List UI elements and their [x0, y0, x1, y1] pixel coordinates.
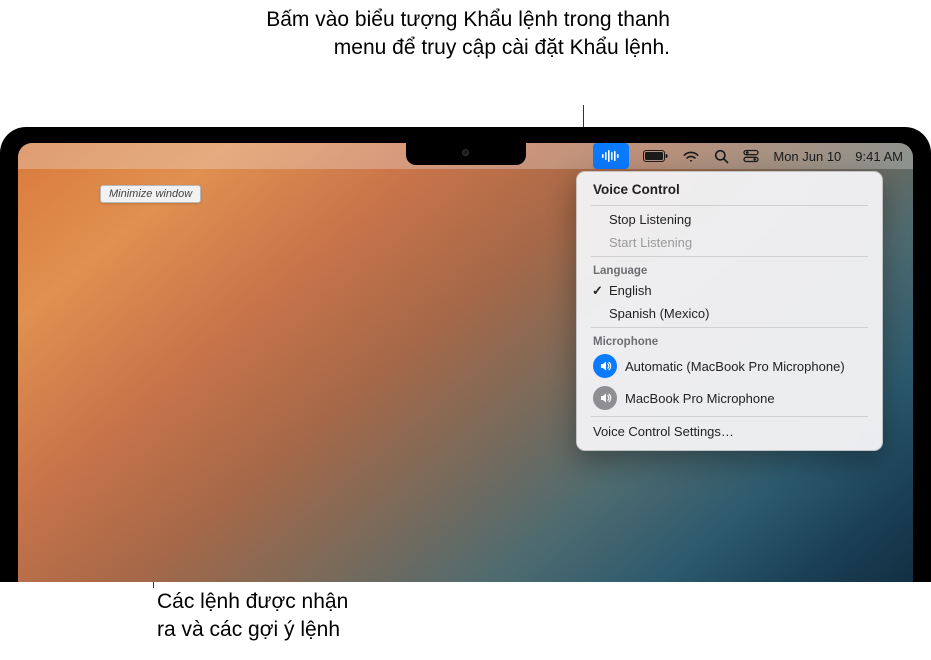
microphone-automatic-label: Automatic (MacBook Pro Microphone)	[625, 359, 845, 374]
control-center-icon	[743, 149, 759, 163]
divider	[591, 416, 868, 417]
divider	[591, 205, 868, 206]
voice-command-tooltip: Minimize window	[100, 185, 201, 203]
callout-bottom-line1: Các lệnh được nhận	[157, 588, 348, 616]
microphone-automatic-item[interactable]: Automatic (MacBook Pro Microphone)	[583, 350, 876, 382]
callout-bottom-line2: ra và các gợi ý lệnh	[157, 616, 348, 644]
microphone-section-header: Microphone	[583, 330, 876, 350]
wifi-menubar-icon[interactable]	[682, 143, 700, 169]
menubar-time[interactable]: 9:41 AM	[855, 143, 903, 169]
control-center-menubar-icon[interactable]	[743, 143, 759, 169]
display-notch	[406, 143, 526, 165]
language-english-item[interactable]: English	[583, 279, 876, 302]
divider	[591, 256, 868, 257]
menubar-date[interactable]: Mon Jun 10	[773, 143, 841, 169]
stop-listening-item[interactable]: Stop Listening	[583, 208, 876, 231]
search-icon	[714, 149, 729, 164]
battery-menubar-icon[interactable]	[643, 143, 668, 169]
language-spanish-item[interactable]: Spanish (Mexico)	[583, 302, 876, 325]
divider	[591, 327, 868, 328]
callout-bottom-text: Các lệnh được nhận ra và các gợi ý lệnh	[157, 588, 348, 645]
microphone-macbook-label: MacBook Pro Microphone	[625, 391, 775, 406]
camera-dot	[462, 149, 469, 156]
dropdown-title: Voice Control	[583, 178, 876, 203]
battery-icon	[643, 150, 668, 162]
callout-top-text: Bấm vào biểu tượng Khẩu lệnh trong thanh…	[210, 6, 670, 63]
speaker-icon	[593, 386, 617, 410]
start-listening-item: Start Listening	[583, 231, 876, 254]
wifi-icon	[682, 150, 700, 163]
laptop-frame: Mon Jun 10 9:41 AM Minimize window Voice…	[0, 127, 931, 582]
voice-control-settings-item[interactable]: Voice Control Settings…	[583, 419, 876, 444]
voice-control-menubar-icon[interactable]	[593, 143, 629, 169]
microphone-macbook-item[interactable]: MacBook Pro Microphone	[583, 382, 876, 414]
voice-waveform-icon	[601, 149, 621, 163]
spotlight-menubar-icon[interactable]	[714, 143, 729, 169]
language-section-header: Language	[583, 259, 876, 279]
voice-control-dropdown: Voice Control Stop Listening Start Liste…	[576, 171, 883, 451]
desktop-screen: Mon Jun 10 9:41 AM Minimize window Voice…	[18, 143, 913, 582]
speaker-selected-icon	[593, 354, 617, 378]
